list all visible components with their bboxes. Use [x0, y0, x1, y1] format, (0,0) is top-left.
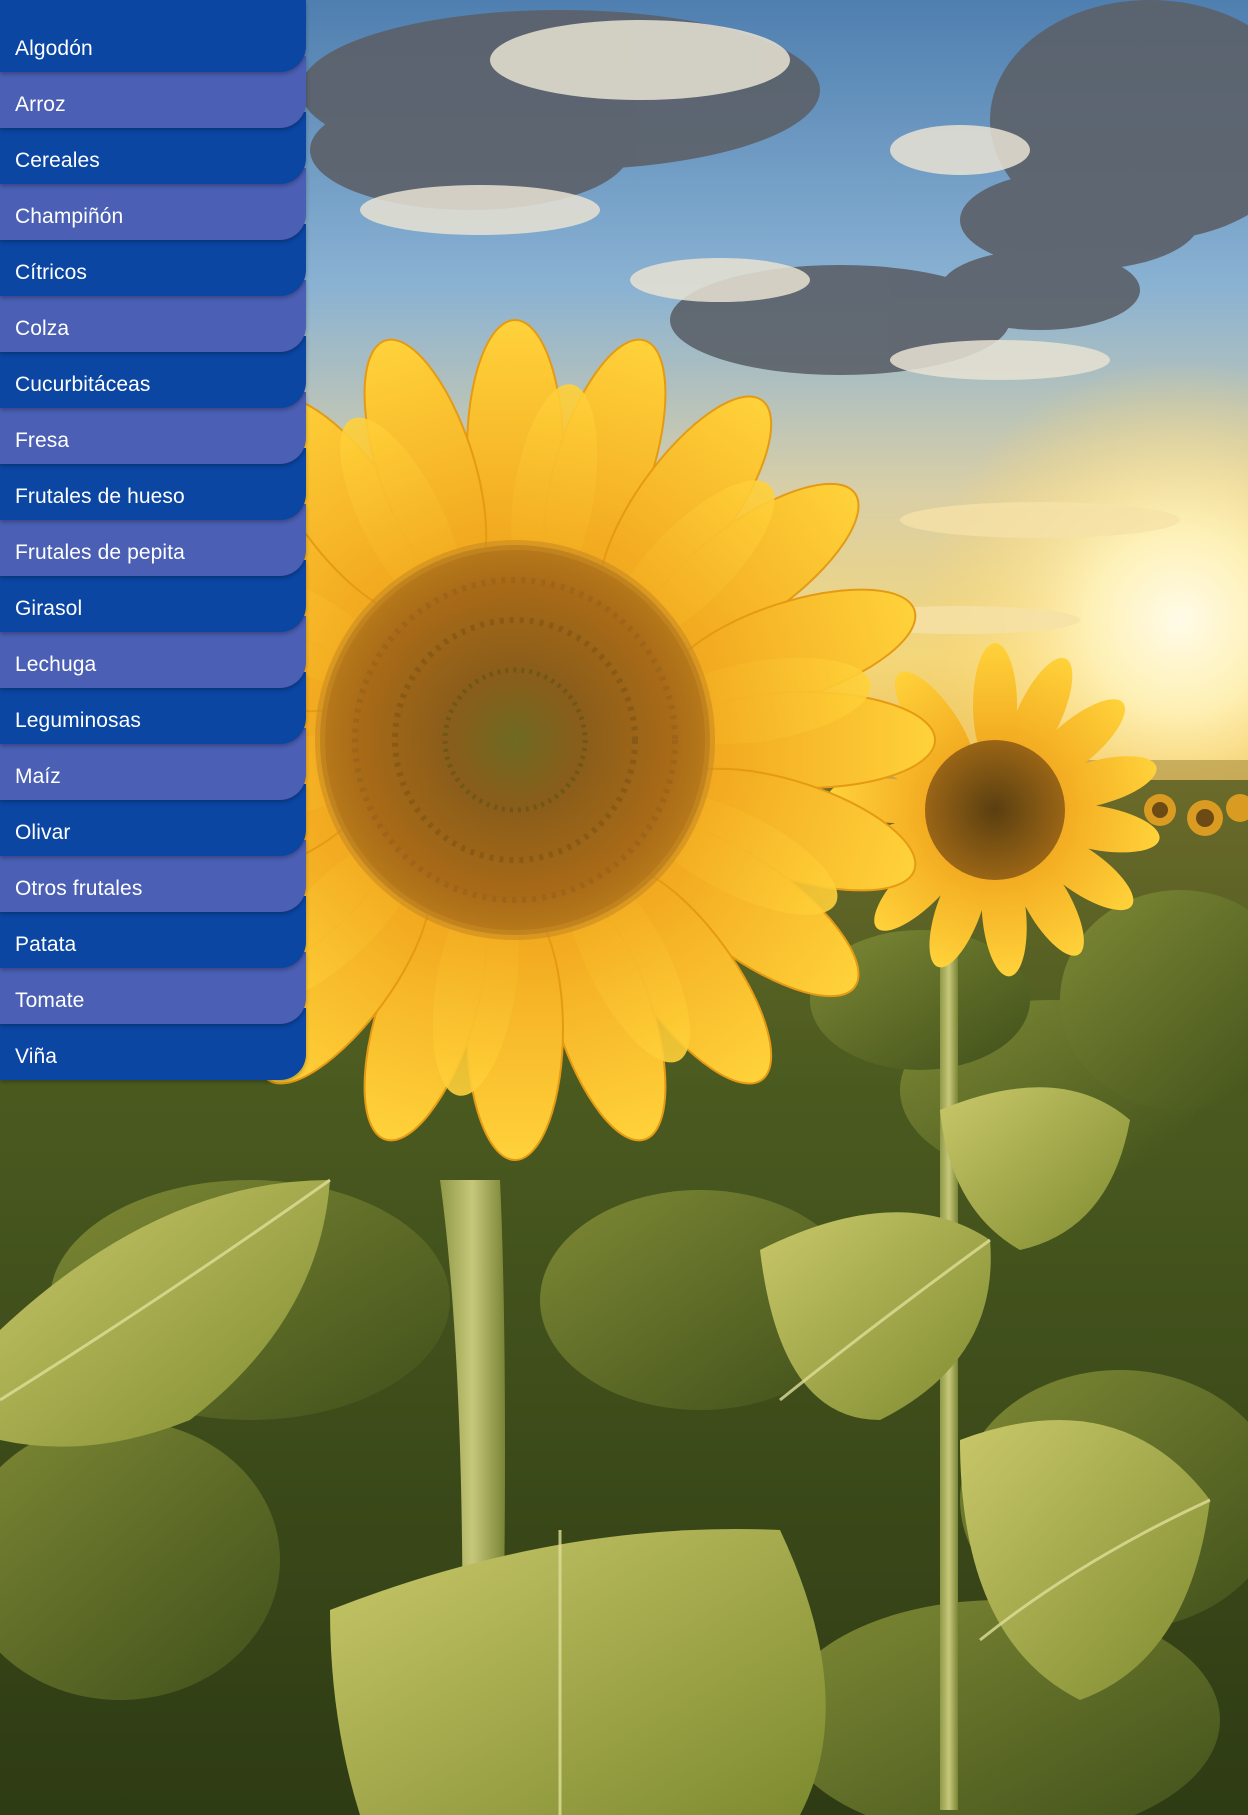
crop-item-label: Fresa [15, 429, 70, 452]
crop-item-label: Patata [15, 933, 77, 956]
crop-item-label: Viña [15, 1045, 58, 1068]
crop-item-label: Cucurbitáceas [15, 373, 151, 396]
crop-item-label: Cítricos [15, 261, 87, 284]
crop-item-label: Algodón [15, 37, 93, 60]
crop-item-label: Arroz [15, 93, 66, 116]
crop-item-label: Otros frutales [15, 877, 143, 900]
crop-item-label: Colza [15, 317, 70, 340]
crop-item-label: Maíz [15, 765, 61, 788]
crop-item-label: Cereales [15, 149, 100, 172]
crop-item-label: Frutales de pepita [15, 541, 185, 564]
crop-item-label: Leguminosas [15, 709, 142, 732]
crop-item-label: Lechuga [15, 653, 97, 676]
crop-item-label: Champiñón [15, 205, 124, 228]
crop-item-algodon[interactable]: Algodón [0, 0, 306, 72]
crop-item-label: Tomate [15, 989, 85, 1012]
crop-item-label: Girasol [15, 597, 83, 620]
crop-item-label: Olivar [15, 821, 71, 844]
crop-item-label: Frutales de hueso [15, 485, 185, 508]
